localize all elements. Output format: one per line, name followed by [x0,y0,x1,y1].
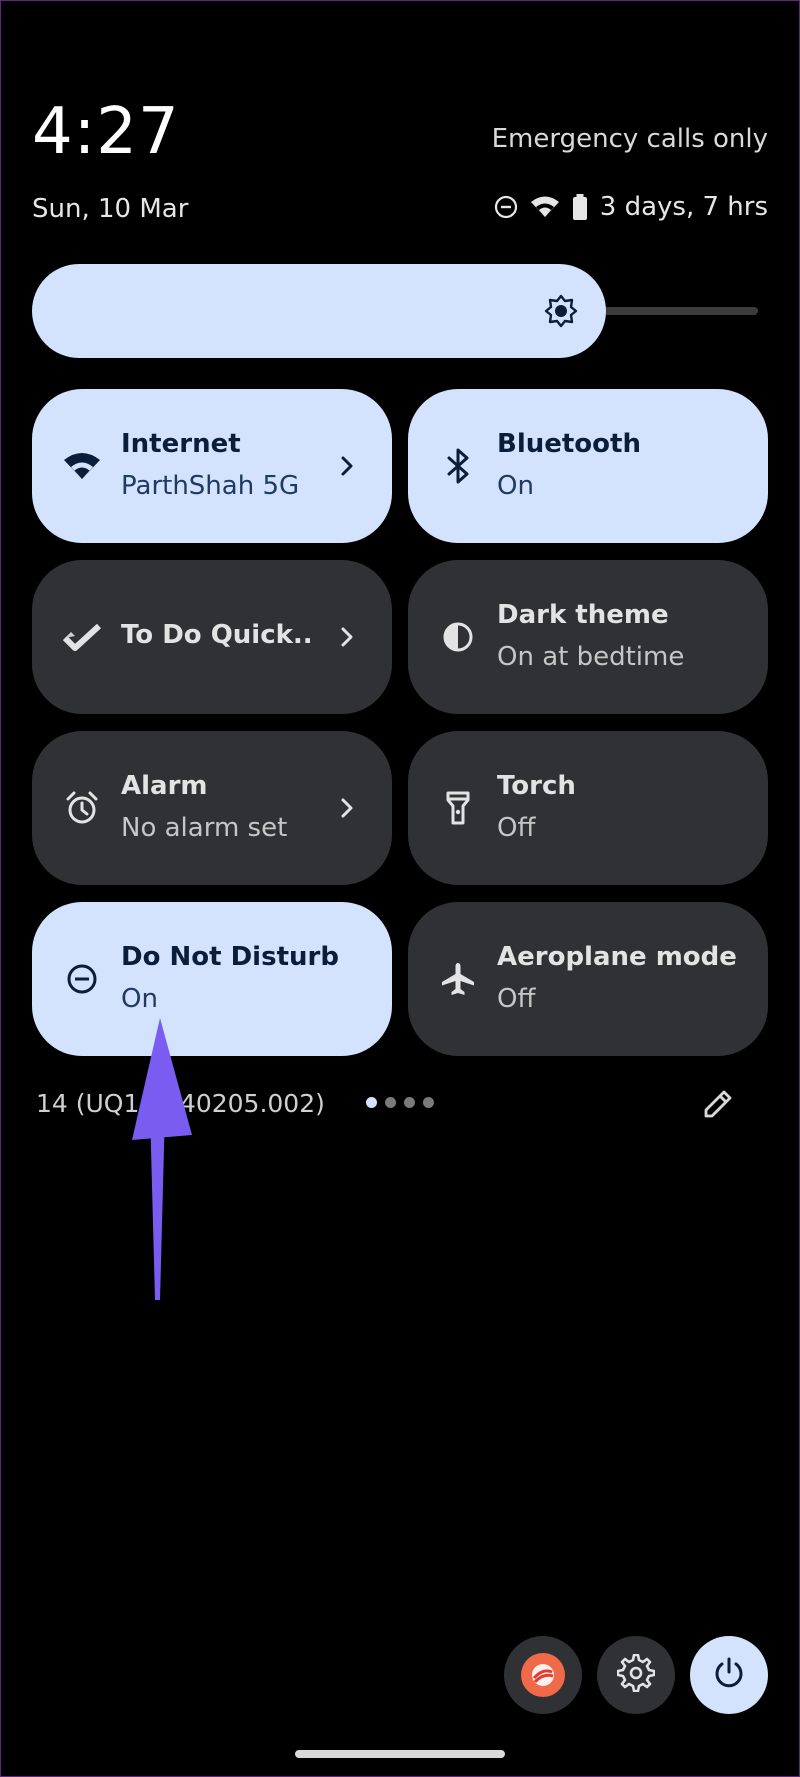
user-icon [521,1653,565,1697]
do-not-disturb-icon [62,959,102,999]
tile-torch[interactable]: Torch Off [408,731,768,885]
tile-label: Do Not Disturb [121,942,339,972]
annotation-arrow [132,1018,192,1300]
power-button[interactable] [690,1636,768,1714]
tile-sub-label: On [497,471,534,501]
tile-alarm[interactable]: Alarm No alarm set [32,731,392,885]
brightness-slider[interactable] [32,264,758,358]
page-dot [366,1097,377,1108]
tile-label: Bluetooth [497,429,641,459]
brightness-icon [544,294,578,328]
pencil-icon[interactable] [700,1086,736,1122]
page-dot [385,1097,396,1108]
brightness-fill[interactable] [32,264,606,358]
tile-do-not-disturb[interactable]: Do Not Disturb On [32,902,392,1056]
user-switch-button[interactable] [504,1636,582,1714]
tile-sub-label: No alarm set [121,813,288,843]
gear-icon [616,1653,656,1696]
chevron-right-icon[interactable] [332,622,362,652]
tile-to-do-quick[interactable]: To Do Quick.. [32,560,392,714]
tile-sub-label: Off [497,813,536,843]
home-gesture-bar[interactable] [295,1750,505,1758]
tile-sub-label: Off [497,984,536,1014]
power-icon [712,1656,746,1694]
tile-sub-label: On at bedtime [497,642,685,672]
battery-icon [572,194,588,220]
wifi-icon [530,195,560,219]
tile-label: To Do Quick.. [121,620,313,650]
dark-theme-icon [438,617,478,657]
chevron-right-icon[interactable] [332,451,362,481]
date[interactable]: Sun, 10 Mar [32,194,188,224]
page-indicator [366,1097,434,1108]
tile-label: Aeroplane mode [497,942,737,972]
wifi-icon [62,446,102,486]
bluetooth-icon [438,446,478,486]
checkmark-icon [62,617,102,657]
airplane-icon [438,959,478,999]
do-not-disturb-icon [494,195,518,219]
tile-internet[interactable]: Internet ParthShah 5G [32,389,392,543]
status-bar-icons: 3 days, 7 hrs [494,192,768,222]
battery-remaining: 3 days, 7 hrs [599,192,768,222]
page-dot [404,1097,415,1108]
tile-label: Dark theme [497,600,669,630]
torch-icon [438,788,478,828]
alarm-icon [62,788,102,828]
tile-aeroplane-mode[interactable]: Aeroplane mode Off [408,902,768,1056]
brightness-track[interactable] [592,307,758,315]
tile-label: Internet [121,429,241,459]
tile-sub-label: ParthShah 5G [121,471,300,501]
tile-label: Torch [497,771,576,801]
clock[interactable]: 4:27 [32,100,180,164]
tile-bluetooth[interactable]: Bluetooth On [408,389,768,543]
chevron-right-icon[interactable] [332,793,362,823]
network-status: Emergency calls only [491,124,768,154]
page-dot [423,1097,434,1108]
tile-label: Alarm [121,771,208,801]
settings-button[interactable] [597,1636,675,1714]
tile-dark-theme[interactable]: Dark theme On at bedtime [408,560,768,714]
